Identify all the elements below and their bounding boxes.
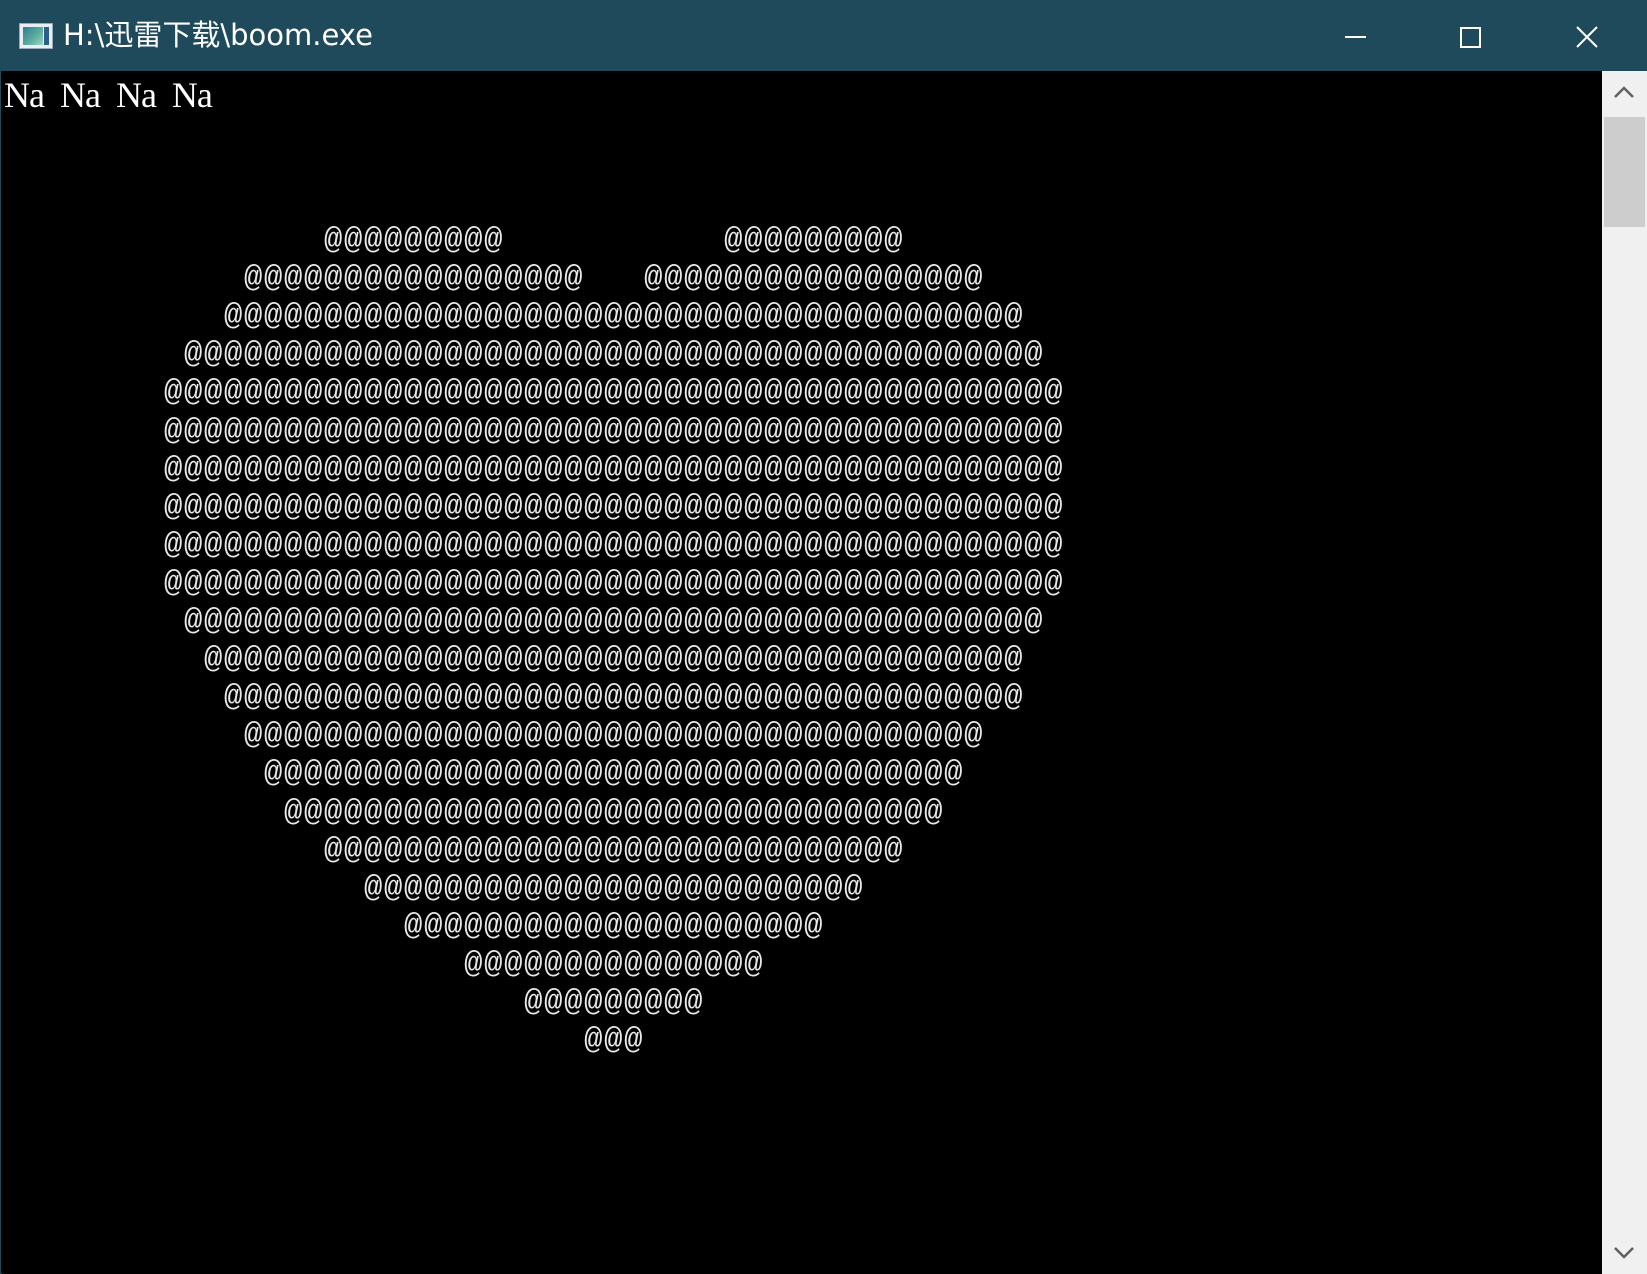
heart-line: @@@@@@@@@@@@@@@@@@@@@@@@@@@@@@@@@@@@@@@@… [4, 566, 1065, 601]
heart-line: @@@@@@@@@ @@@@@@@@@ [4, 224, 905, 258]
app-icon-side [44, 27, 49, 45]
heart-line: @@@@@@@@@@@@@@@@@@@@@@@@@@@@@@@@@@@@@@@@… [4, 452, 1065, 487]
maximize-button[interactable] [1416, 1, 1526, 71]
heart-line: @@@@@@@@@@@@@@@@@@@@@@@@@ [4, 871, 865, 906]
heart-line: @@@@@@@@@@@@@@@@@@@@@@@@@@@@@@@@@@@@@ [4, 719, 985, 754]
scroll-thumb[interactable] [1604, 117, 1645, 227]
console-header-text: Na Na Na Na [4, 75, 213, 115]
heart-line: @@@@@@@@@@@@@@@@@@@@@@@@@@@@@@@@@@@@@@@@… [4, 643, 1025, 678]
heart-line: @@@@@@@@@@@@@@@@@@@@@@@@@@@@@@@@@@@@@@@@… [4, 414, 1065, 449]
heart-line: @@@@@@@@@@@@@@@@@@@@@ [4, 909, 825, 944]
heart-line: @@@@@@@@@@@@@@@@@@@@@@@@@@@@@@@@@@@@@@@@… [4, 490, 1065, 525]
heart-line: @@@@@@@@@ [4, 986, 705, 1020]
chevron-up-icon [1614, 86, 1634, 98]
close-button[interactable] [1531, 1, 1641, 71]
app-icon-graphic [23, 27, 43, 45]
maximize-icon [1460, 27, 1481, 48]
console-app-icon[interactable] [19, 23, 53, 49]
scroll-up-button[interactable] [1602, 71, 1647, 113]
heart-line: @@@@@@@@@@@@@@@@@@@@@@@@@@@@@@@@@@@@@@@@ [4, 300, 1025, 335]
console-window: H:\迅雷下载\boom.exe Na Na Na Na @@@@@@@@@ @… [0, 0, 1647, 1274]
heart-line: @@@@@@@@@@@@@@@@@@@@@@@@@@@@@@@@@@@@@@@@… [4, 528, 1065, 563]
heart-line: @@@ [4, 1024, 645, 1059]
vertical-scrollbar[interactable] [1602, 71, 1647, 1274]
heart-line: @@@@@@@@@@@@@@@@@@@@@@@@@@@@@@@@@ [4, 795, 945, 830]
heart-line: @@@@@@@@@@@@@@@@@@@@@@@@@@@@@@@@@@@ [4, 757, 965, 792]
heart-line: @@@@@@@@@@@@@@@@@@@@@@@@@@@@@@@@@@@@@@@@ [4, 681, 1025, 716]
heart-line: @@@@@@@@@@@@@@@@@@@@@@@@@@@@@@@@@@@@@@@@… [4, 605, 1045, 639]
minimize-icon [1345, 36, 1366, 38]
title-bar[interactable]: H:\迅雷下载\boom.exe [1, 1, 1646, 71]
heart-line: @@@@@@@@@@@@@@@@@@@@@@@@@@@@@@@@@@@@@@@@… [4, 376, 1065, 411]
scroll-down-button[interactable] [1602, 1232, 1647, 1274]
console-output[interactable]: Na Na Na Na @@@@@@@@@ @@@@@@@@@ @@@@@@@@… [2, 71, 1602, 1274]
heart-line: @@@@@@@@@@@@@@@ [4, 947, 765, 982]
heart-line: @@@@@@@@@@@@@@@@@@@@@@@@@@@@@@@@@@@@@@@@… [4, 338, 1045, 373]
minimize-button[interactable] [1301, 1, 1411, 71]
heart-line: @@@@@@@@@@@@@@@@@ @@@@@@@@@@@@@@@@@ [4, 262, 985, 297]
heart-line: @@@@@@@@@@@@@@@@@@@@@@@@@@@@@ [4, 833, 905, 868]
close-icon [1576, 26, 1598, 48]
chevron-down-icon [1614, 1247, 1634, 1259]
window-title: H:\迅雷下载\boom.exe [63, 18, 373, 52]
